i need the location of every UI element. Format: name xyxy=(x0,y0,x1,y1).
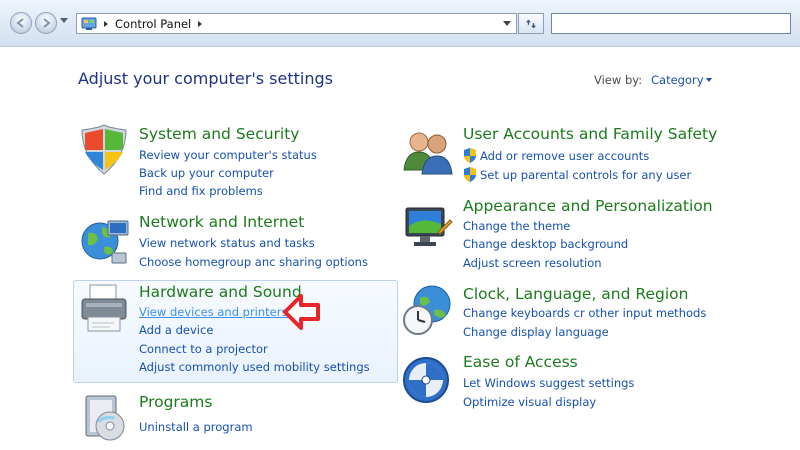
address-toolbar: Control Panel xyxy=(0,0,800,47)
breadcrumb-separator[interactable] xyxy=(104,20,108,27)
search-input[interactable] xyxy=(551,13,791,34)
recent-pages-dropdown[interactable] xyxy=(60,18,68,23)
breadcrumb-control-panel[interactable]: Control Panel xyxy=(115,17,191,31)
red-arrow-annotation-icon xyxy=(283,294,320,330)
appearance-personalization-title[interactable]: Appearance and Personalization xyxy=(463,197,713,215)
add-a-device-link[interactable]: Add a device xyxy=(139,323,213,337)
clock-globe-icon xyxy=(403,285,451,335)
address-dropdown[interactable] xyxy=(503,21,511,26)
refresh-button[interactable] xyxy=(518,13,544,34)
hardware-and-sound-title[interactable]: Hardware and Sound xyxy=(139,283,302,301)
add-remove-accounts-label: Add or remove user accounts xyxy=(480,148,650,163)
connect-to-projector-link[interactable]: Connect to a projector xyxy=(139,342,268,356)
users-icon xyxy=(403,132,453,175)
change-keyboards-link[interactable]: Change keyboards cr other input methods xyxy=(463,306,706,320)
control-panel-icon xyxy=(81,17,97,30)
system-and-security-title[interactable]: System and Security xyxy=(139,125,299,143)
arrow-right-icon xyxy=(43,18,51,28)
view-by-label: View by: xyxy=(594,73,643,87)
refresh-icon xyxy=(526,19,536,28)
optimize-visual-display-link[interactable]: Optimize visual display xyxy=(463,395,596,409)
change-desktop-background-link[interactable]: Change desktop background xyxy=(463,237,628,251)
view-devices-and-printers-link[interactable]: View devices and printers xyxy=(139,305,287,319)
let-windows-suggest-settings-link[interactable]: Let Windows suggest settings xyxy=(463,376,634,390)
forward-button[interactable] xyxy=(35,12,57,34)
uac-shield-icon xyxy=(464,167,476,182)
review-computer-status-link[interactable]: Review your computer's status xyxy=(139,148,317,162)
view-by-dropdown[interactable]: Category xyxy=(651,73,704,87)
homegroup-sharing-link[interactable]: Choose homegroup anc sharing options xyxy=(139,255,368,269)
shield-icon xyxy=(81,124,127,175)
uninstall-program-link[interactable]: Uninstall a program xyxy=(139,420,253,434)
user-accounts-title[interactable]: User Accounts and Family Safety xyxy=(463,125,717,143)
monitor-icon xyxy=(405,207,453,246)
back-button[interactable] xyxy=(10,12,32,34)
find-and-fix-problems-link[interactable]: Find and fix problems xyxy=(139,184,263,198)
add-remove-accounts-link[interactable]: Add or remove user accounts xyxy=(463,148,649,163)
page-title: Adjust your computer's settings xyxy=(78,69,333,88)
parental-controls-link[interactable]: Set up parental controls for any user xyxy=(463,167,691,182)
ease-of-access-icon xyxy=(403,357,449,403)
arrow-left-icon xyxy=(16,18,24,28)
clock-language-region-title[interactable]: Clock, Language, and Region xyxy=(463,285,688,303)
adjust-screen-resolution-link[interactable]: Adjust screen resolution xyxy=(463,256,602,270)
uac-shield-icon xyxy=(464,148,476,163)
printer-icon xyxy=(81,284,127,332)
parental-controls-label: Set up parental controls for any user xyxy=(480,167,692,182)
globe-network-icon xyxy=(81,220,129,264)
change-theme-link[interactable]: Change the theme xyxy=(463,219,570,233)
programs-icon xyxy=(85,395,125,441)
view-network-status-link[interactable]: View network status and tasks xyxy=(139,236,315,250)
back-up-computer-link[interactable]: Back up your computer xyxy=(139,166,274,180)
chevron-down-icon[interactable] xyxy=(706,78,712,82)
ease-of-access-title[interactable]: Ease of Access xyxy=(463,353,578,371)
breadcrumb-separator[interactable] xyxy=(198,20,203,27)
programs-title[interactable]: Programs xyxy=(139,393,212,411)
change-display-language-link[interactable]: Change display language xyxy=(463,325,609,339)
network-and-internet-title[interactable]: Network and Internet xyxy=(139,213,304,231)
adjust-mobility-settings-link[interactable]: Adjust commonly used mobility settings xyxy=(139,360,370,374)
address-field[interactable]: Control Panel xyxy=(76,13,517,34)
